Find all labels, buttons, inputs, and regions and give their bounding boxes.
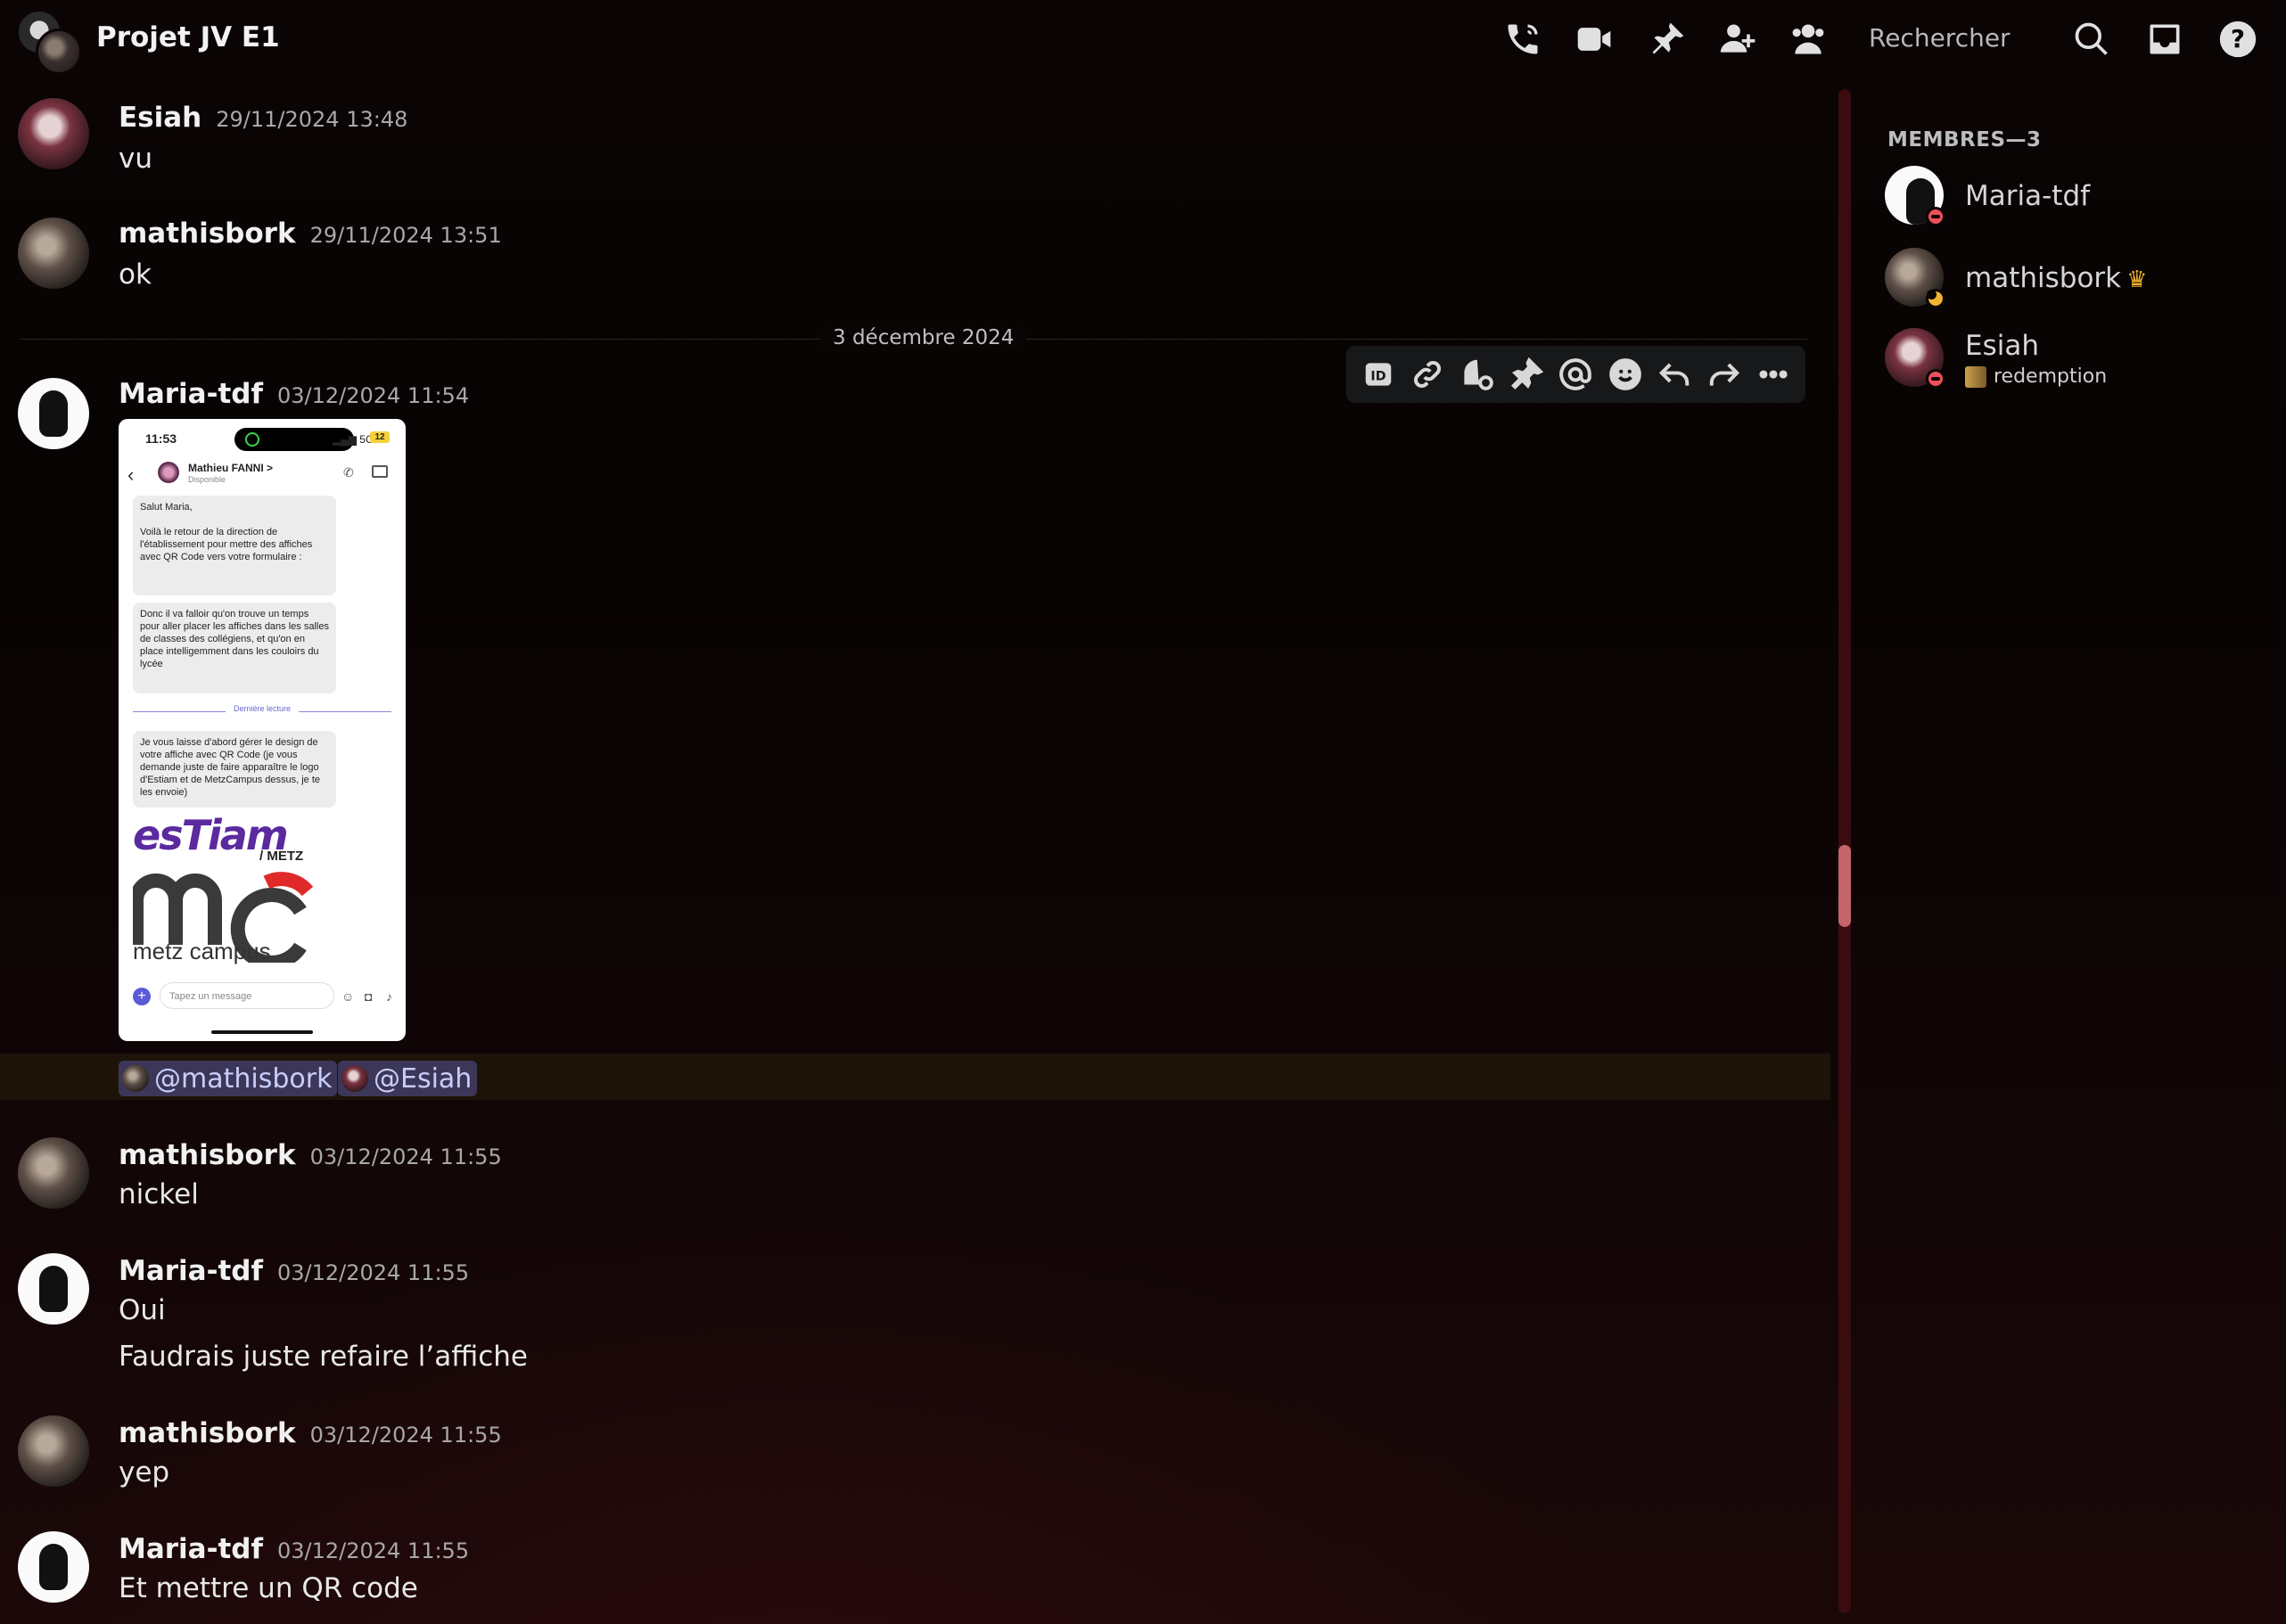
member-name: Esiah	[1965, 330, 2039, 362]
message-timestamp: 03/12/2024 11:55	[276, 1538, 470, 1563]
pinned-messages-icon[interactable]	[1646, 18, 1689, 61]
mention-highlight-row: @mathisbork @Esiah	[0, 1054, 1830, 1100]
dnd-status-icon	[1926, 369, 1945, 389]
message-timestamp: 03/12/2024 11:55	[309, 1144, 502, 1169]
thread-icon[interactable]	[1456, 353, 1499, 396]
add-friends-icon[interactable]	[1717, 18, 1760, 61]
more-icon[interactable]	[1752, 353, 1795, 396]
id-icon[interactable]: ID	[1357, 353, 1400, 396]
message-timestamp: 03/12/2024 11:55	[276, 1260, 470, 1285]
home-indicator	[211, 1030, 313, 1034]
plus-icon: +	[133, 988, 151, 1005]
image-attachment[interactable]: 11:53 ▂▄▆ 5G 12 ‹ Mathieu FANNI > Dispon…	[119, 419, 406, 1041]
avatar[interactable]	[18, 1531, 89, 1603]
inbox-icon[interactable]	[2143, 18, 2186, 61]
channel-header: Projet JV E1 Rechercher ?	[0, 0, 2286, 82]
link-icon[interactable]	[1406, 353, 1449, 396]
message-author[interactable]: Maria-tdf 03/12/2024 11:55	[119, 1533, 469, 1565]
search-input[interactable]: Rechercher	[1869, 23, 2011, 53]
date-divider-label: 3 décembre 2024	[820, 326, 1027, 349]
avatar	[341, 1065, 368, 1092]
message-text: Et mettre un QR code	[119, 1572, 418, 1604]
message-author[interactable]: Maria-tdf 03/12/2024 11:54	[119, 378, 469, 410]
chat-bubble: Donc il va falloir qu'on trouve un temps…	[133, 603, 336, 693]
emoji-icon[interactable]	[1604, 353, 1647, 396]
avatar[interactable]	[18, 98, 89, 169]
member-name: mathisbork ♛	[1965, 262, 2148, 294]
pin-icon[interactable]	[1505, 353, 1548, 396]
channel-title: Projet JV E1	[96, 21, 280, 53]
dnd-status-icon	[1926, 207, 1945, 226]
phone-message-input: Tapez un message	[160, 982, 334, 1009]
avatar[interactable]	[18, 378, 89, 449]
contact-name: Mathieu FANNI >	[188, 462, 274, 474]
contact-status: Disponible	[188, 475, 226, 484]
message-author[interactable]: Maria-tdf 03/12/2024 11:55	[119, 1255, 469, 1287]
chat-bubble: Salut Maria, Voilà le retour de la direc…	[133, 496, 336, 595]
message-actions-toolbar: ID	[1346, 346, 1805, 403]
message-timestamp: 03/12/2024 11:54	[276, 383, 470, 408]
scrollbar-thumb[interactable]	[1838, 845, 1851, 927]
message-timestamp: 29/11/2024 13:51	[309, 223, 502, 248]
battery-icon: 12	[370, 431, 390, 443]
forward-icon[interactable]	[1703, 353, 1746, 396]
game-icon	[1965, 366, 1986, 388]
idle-status-icon	[1926, 289, 1945, 308]
message-text: Faudrais juste refaire l’affiche	[119, 1341, 529, 1373]
contact-avatar	[158, 462, 179, 483]
avatar[interactable]	[18, 217, 89, 289]
member-name: Maria-tdf	[1965, 180, 2091, 212]
phone-icon: ✆	[343, 465, 354, 480]
voice-call-icon[interactable]	[1501, 18, 1544, 61]
avatar	[122, 1065, 149, 1092]
group-avatar	[16, 9, 82, 75]
camera-icon: ◘	[365, 989, 373, 1004]
video-call-icon[interactable]	[1573, 18, 1616, 61]
back-icon: ‹	[127, 463, 135, 486]
last-read-divider: Dernière lecture	[133, 704, 391, 718]
mention-esiah[interactable]: @Esiah	[338, 1061, 478, 1096]
message-text: yep	[119, 1456, 170, 1489]
member-item-esiah[interactable]: Esiah redemption	[1885, 328, 2259, 390]
message-author[interactable]: mathisbork 03/12/2024 11:55	[119, 1417, 502, 1449]
message-author[interactable]: Esiah 29/11/2024 13:48	[119, 102, 407, 134]
svg-text:?: ?	[2231, 25, 2245, 53]
svg-text:ID: ID	[1370, 369, 1386, 383]
avatar[interactable]	[18, 1253, 89, 1325]
message-text: nickel	[119, 1178, 199, 1210]
avatar[interactable]	[18, 1415, 89, 1487]
message-author[interactable]: mathisbork 03/12/2024 11:55	[119, 1139, 502, 1171]
estiam-logo-sub: / METZ	[259, 849, 304, 864]
member-activity: redemption	[1965, 365, 2107, 388]
members-header: MEMBRES—3	[1887, 128, 2042, 152]
mention-mathisbork[interactable]: @mathisbork	[119, 1061, 338, 1096]
metz-campus-text: metz campus	[133, 938, 271, 964]
crown-icon: ♛	[2126, 267, 2148, 293]
member-item-mathisbork[interactable]: mathisbork ♛	[1885, 248, 2259, 310]
video-icon	[372, 465, 388, 478]
reply-icon[interactable]	[1653, 353, 1696, 396]
search-icon[interactable]	[2070, 18, 2113, 61]
phone-time: 11:53	[145, 431, 177, 446]
chat-bubble: Je vous laisse d'abord gérer le design d…	[133, 731, 336, 808]
member-list-icon[interactable]	[1787, 18, 1830, 61]
mic-icon: ♪	[386, 989, 392, 1004]
avatar[interactable]	[18, 1137, 89, 1209]
message-text: ok	[119, 258, 152, 291]
message-text: vu	[119, 143, 152, 175]
message-timestamp: 03/12/2024 11:55	[309, 1423, 502, 1448]
signal-label: ▂▄▆ 5G	[333, 433, 374, 446]
member-item-maria-tdf[interactable]: Maria-tdf	[1885, 166, 2259, 228]
message-text: Oui	[119, 1294, 166, 1326]
message-author[interactable]: mathisbork 29/11/2024 13:51	[119, 217, 502, 250]
mention-icon[interactable]	[1554, 353, 1597, 396]
sticker-icon: ☺	[341, 989, 355, 1004]
message-timestamp: 29/11/2024 13:48	[216, 107, 408, 132]
help-icon[interactable]: ?	[2216, 18, 2259, 61]
